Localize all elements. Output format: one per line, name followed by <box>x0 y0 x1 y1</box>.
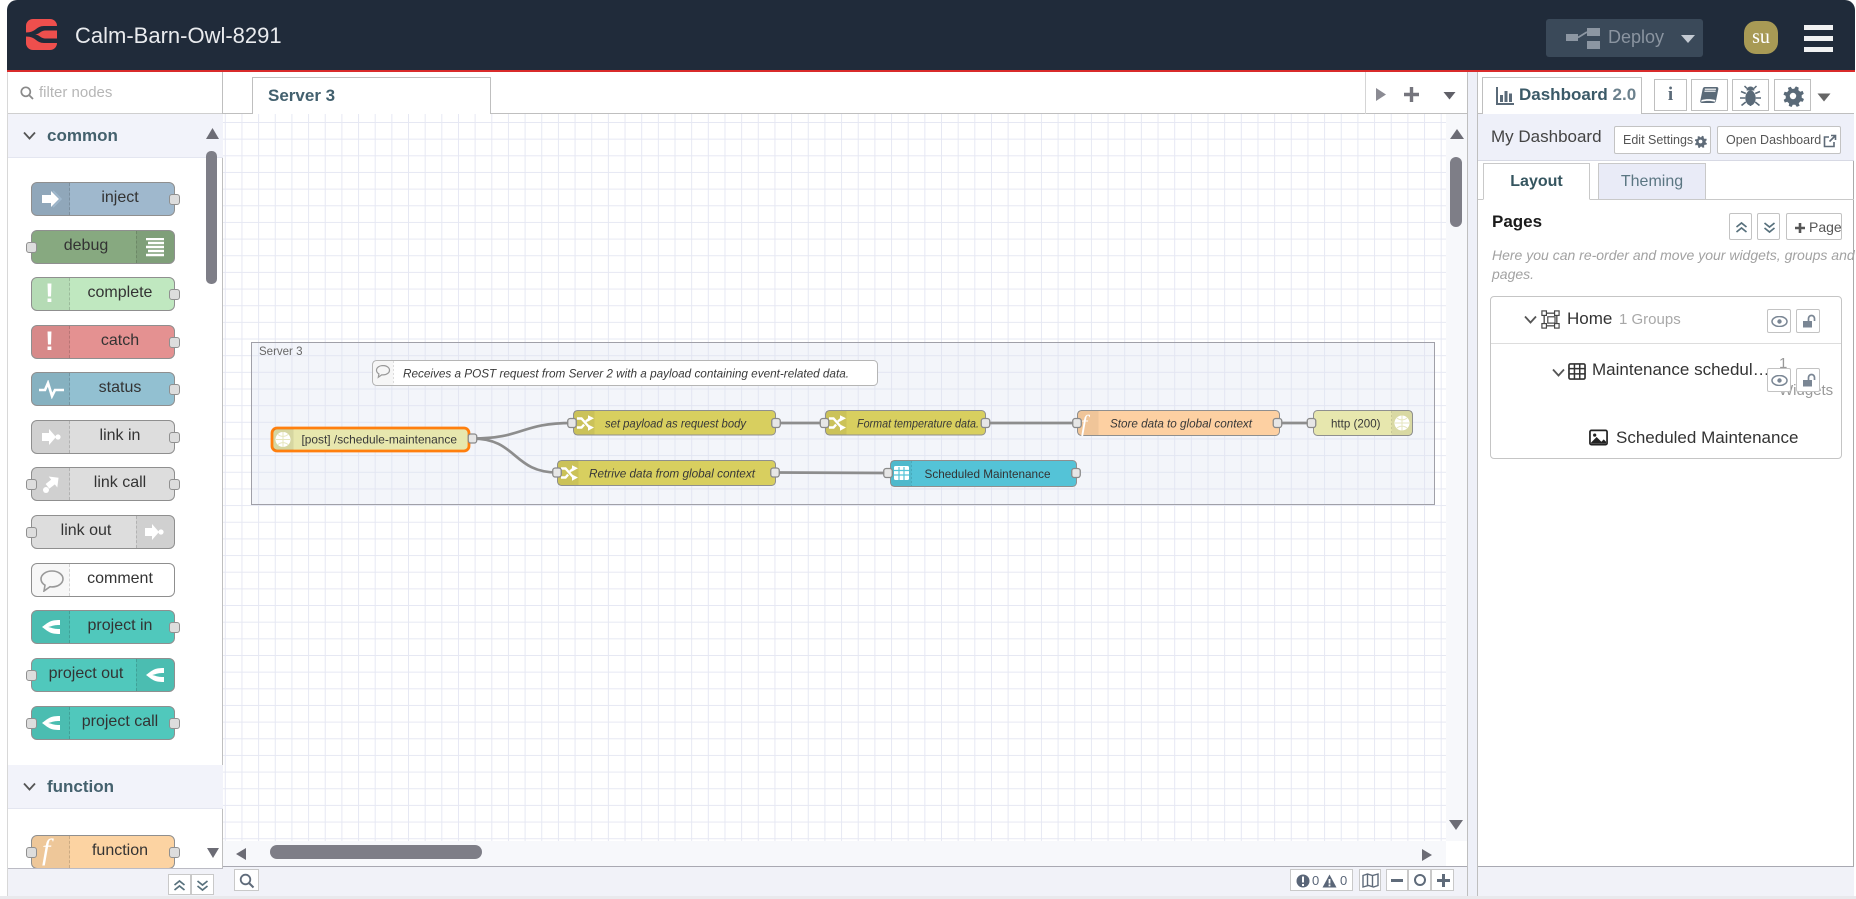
svg-text:Receives a POST request from S: Receives a POST request from Server 2 wi… <box>403 368 849 381</box>
svg-text:set payload as request body: set payload as request body <box>605 418 747 431</box>
svg-text:Scheduled Maintenance: Scheduled Maintenance <box>925 468 1051 481</box>
svg-text:http (200): http (200) <box>1331 418 1381 431</box>
svg-text:Retrive data from global conte: Retrive data from global context <box>589 468 756 481</box>
svg-text:Server 3: Server 3 <box>259 346 302 358</box>
svg-text:Format temperature data.: Format temperature data. <box>857 418 979 431</box>
svg-text:Store data to global context: Store data to global context <box>1110 418 1253 431</box>
svg-text:[post] /schedule-maintenance: [post] /schedule-maintenance <box>302 434 458 447</box>
